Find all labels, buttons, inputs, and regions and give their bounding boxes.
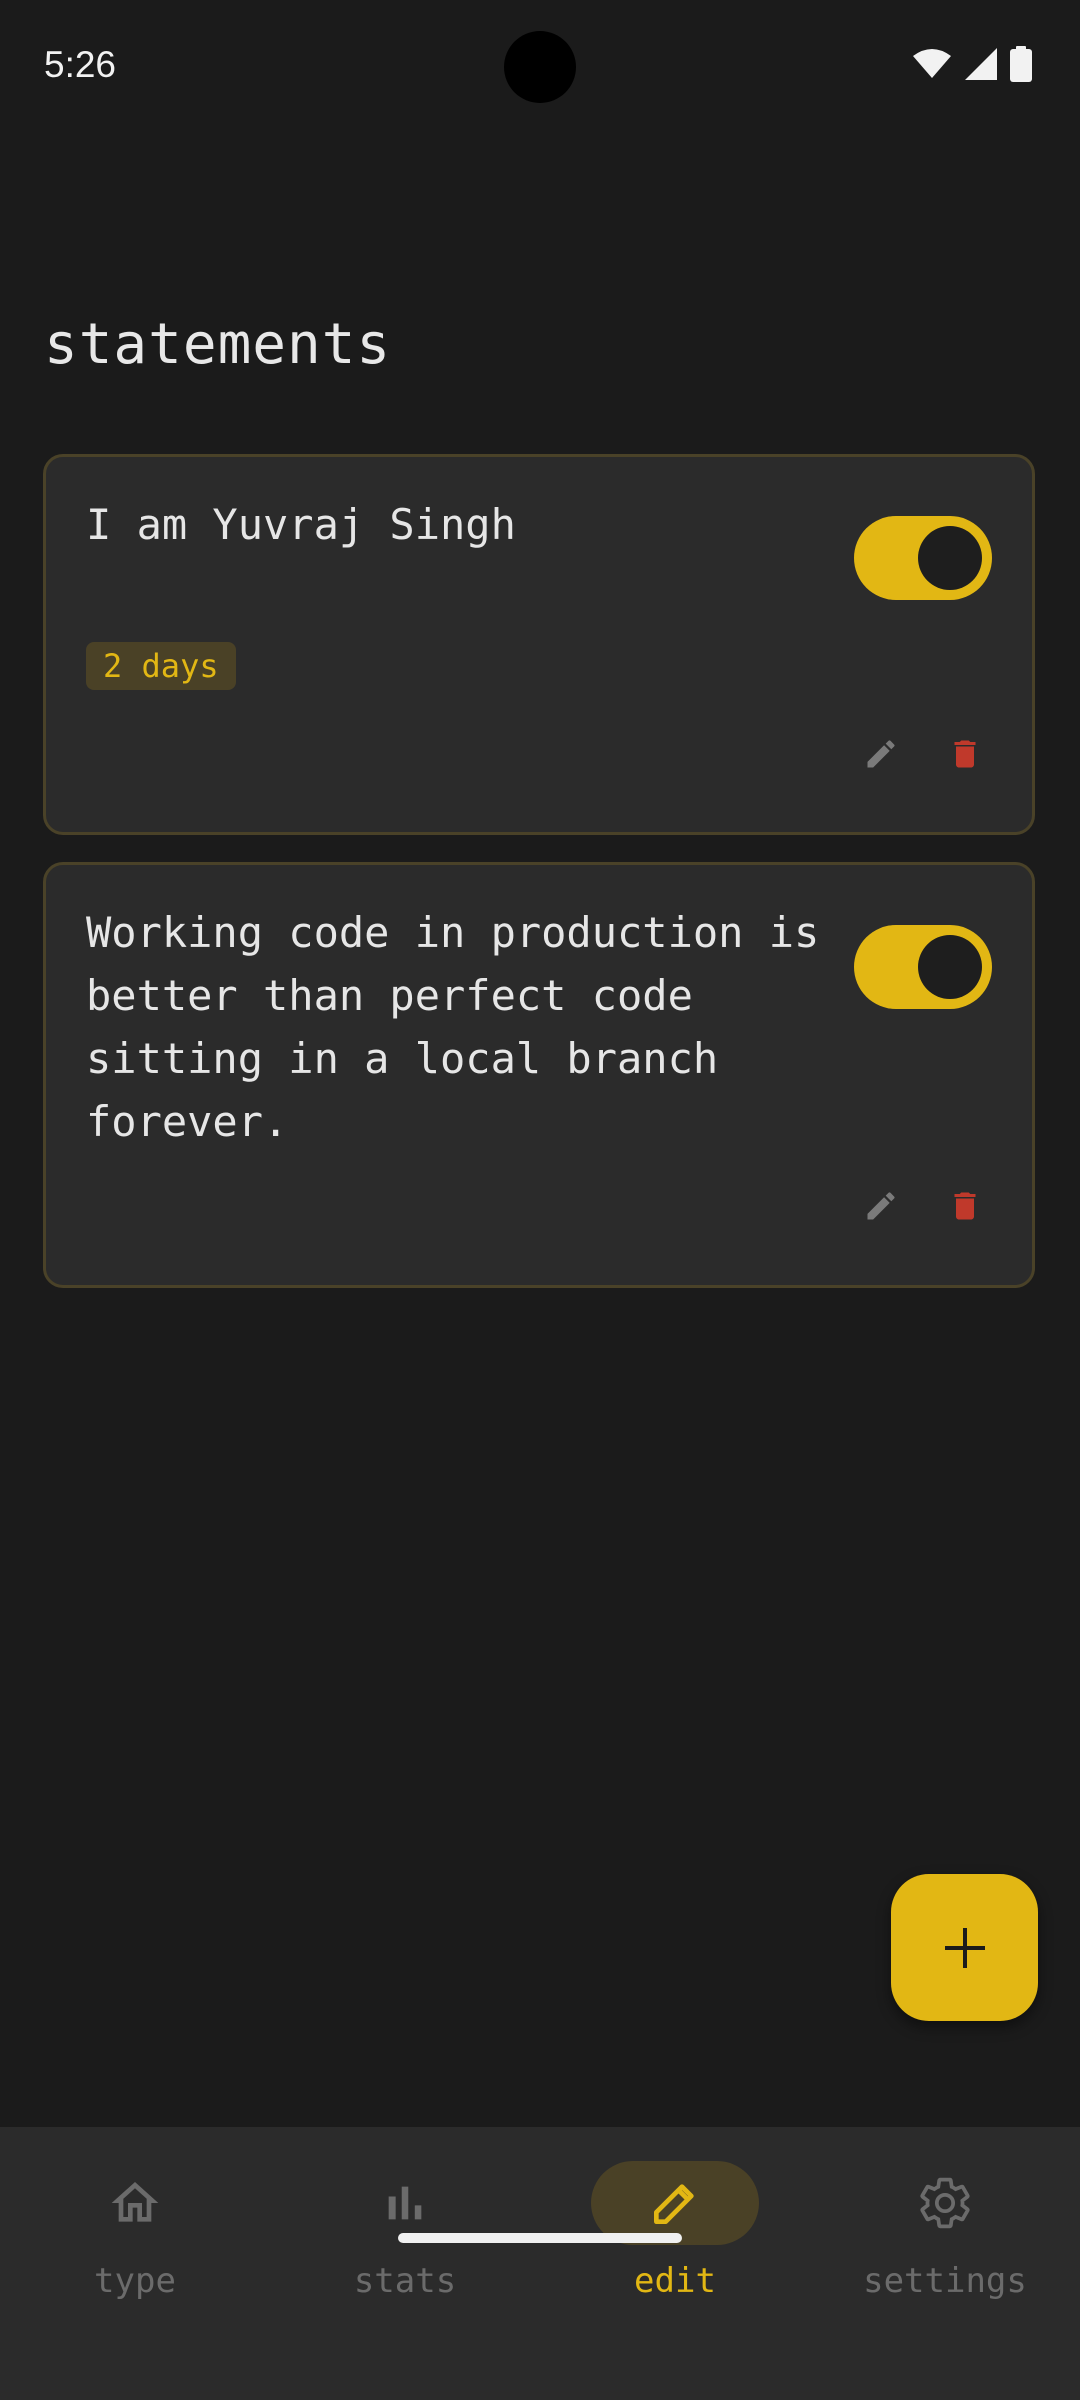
home-indicator <box>398 2233 682 2243</box>
card-actions <box>860 1185 986 1227</box>
statement-card: Working code in production is better tha… <box>43 862 1035 1288</box>
delete-statement-button[interactable] <box>944 1185 986 1227</box>
pencil-icon <box>867 1192 895 1220</box>
pencil-icon <box>867 740 895 768</box>
nav-item-settings[interactable]: settings <box>810 2161 1080 2321</box>
edit-statement-button[interactable] <box>860 1185 902 1227</box>
toggle-knob <box>918 526 982 590</box>
statement-text: Working code in production is better tha… <box>86 908 820 1146</box>
toggle-knob <box>918 935 982 999</box>
nav-item-type[interactable]: type <box>0 2161 270 2321</box>
statement-toggle[interactable] <box>854 516 992 600</box>
status-time: 5:26 <box>44 44 117 85</box>
statement-text: I am Yuvraj Singh <box>86 500 516 549</box>
card-actions <box>860 733 986 775</box>
home-icon <box>111 2182 159 2222</box>
plus-icon <box>944 1927 985 1968</box>
nav-label: edit <box>634 2261 716 2301</box>
trash-icon <box>954 740 976 768</box>
statement-card: I am Yuvraj Singh 2 days <box>43 454 1035 835</box>
trash-icon <box>954 1192 976 1220</box>
gear-icon <box>920 2177 970 2229</box>
pencil-icon <box>654 2184 694 2224</box>
status-bar: 5:26 <box>0 0 1080 134</box>
signal-icon <box>965 48 997 80</box>
edit-statement-button[interactable] <box>860 733 902 775</box>
nav-label: type <box>94 2261 176 2301</box>
bottom-nav: type stats edit settings <box>0 2127 1080 2400</box>
statement-toggle[interactable] <box>854 925 992 1009</box>
delete-statement-button[interactable] <box>944 733 986 775</box>
page-title: statements <box>44 312 392 377</box>
bar-chart-icon <box>388 2186 422 2220</box>
wifi-icon <box>913 49 951 78</box>
nav-label: stats <box>353 2261 457 2301</box>
nav-pill <box>51 2161 219 2245</box>
nav-pill <box>861 2161 1029 2245</box>
add-statement-button[interactable] <box>891 1874 1038 2021</box>
battery-icon <box>1010 46 1032 82</box>
nav-label: settings <box>863 2261 1027 2301</box>
duration-badge: 2 days <box>86 642 236 690</box>
status-icons <box>912 46 1032 82</box>
camera-cutout <box>504 31 576 103</box>
